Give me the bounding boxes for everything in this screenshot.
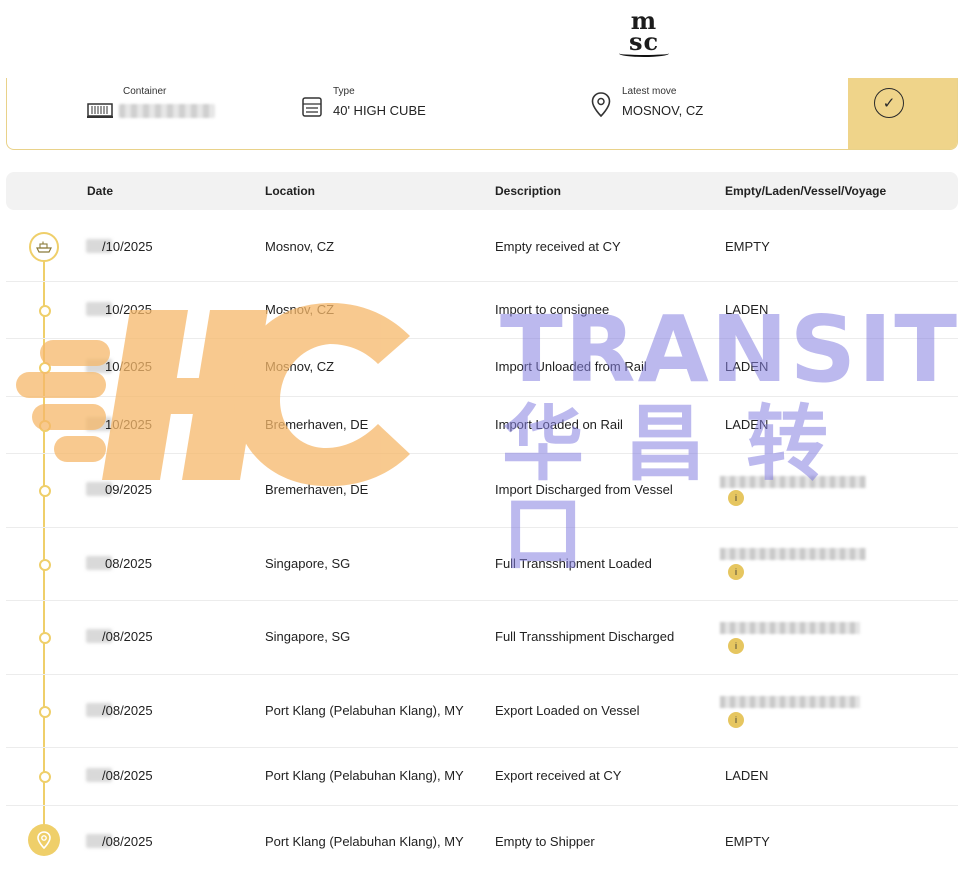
document-icon [302, 97, 322, 117]
timeline-dot [38, 770, 51, 783]
type-value: 40' HIGH CUBE [333, 103, 426, 118]
location-pin-icon [591, 92, 611, 118]
timeline-start-ship-icon [29, 232, 59, 262]
container-number-redacted [119, 104, 215, 118]
timeline-dot [38, 558, 51, 571]
row-description: Import Loaded on Rail [495, 417, 623, 432]
row-vessel: LADEN [725, 302, 769, 317]
row-description: Full Transshipment Discharged [495, 629, 675, 644]
row-date: /08/2025 [102, 834, 153, 849]
row-vessel: LADEN [725, 359, 769, 374]
msc-logo: m sc [616, 8, 672, 60]
check-circle-icon: ✓ [874, 88, 904, 118]
row-description: Import Unloaded from Rail [495, 359, 647, 374]
row-vessel: LADEN [725, 417, 769, 432]
container-label: Container [123, 86, 167, 97]
container-summary-card: Container Type 40' HIGH CUBE Latest move… [6, 78, 958, 150]
table-row: /08/2025 Port Klang (Pelabuhan Klang), M… [6, 805, 958, 877]
row-description: Import Discharged from Vessel [495, 482, 673, 497]
row-location: Port Klang (Pelabuhan Klang), MY [265, 703, 464, 718]
row-location: Mosnov, CZ [265, 302, 335, 317]
timeline-dot [38, 484, 51, 497]
row-date: 10/2025 [105, 359, 152, 374]
table-row: /08/2025 Singapore, SG Full Transshipmen… [6, 600, 958, 675]
row-location: Bremerhaven, DE [265, 482, 369, 497]
header-location: Location [265, 184, 315, 198]
container-icon [87, 103, 113, 118]
row-date: /08/2025 [102, 768, 153, 783]
table-row: /10/2025 Mosnov, CZ Empty received at CY… [6, 212, 958, 282]
row-date: 10/2025 [105, 302, 152, 317]
table-row: 10/2025 Mosnov, CZ Import Unloaded from … [6, 338, 958, 397]
logo-line2: sc [628, 26, 660, 56]
row-description: Export Loaded on Vessel [495, 703, 640, 718]
table-row: /08/2025 Port Klang (Pelabuhan Klang), M… [6, 674, 958, 748]
vessel-info-icon[interactable]: i [728, 564, 744, 580]
table-row: 10/2025 Mosnov, CZ Import to consignee L… [6, 281, 958, 339]
header-description: Description [495, 184, 562, 198]
row-description: Empty to Shipper [495, 834, 595, 849]
timeline-dot [38, 361, 51, 374]
events-table-header: Date Location Description Empty/Laden/Ve… [6, 172, 958, 210]
row-date: /08/2025 [102, 629, 153, 644]
row-location: Mosnov, CZ [265, 359, 335, 374]
table-row: 09/2025 Bremerhaven, DE Import Discharge… [6, 453, 958, 528]
row-vessel: EMPTY [725, 239, 770, 254]
row-location: Singapore, SG [265, 556, 351, 571]
latest-move-value: MOSNOV, CZ [622, 103, 704, 118]
summary-container: Container [87, 78, 287, 149]
row-date: /10/2025 [102, 239, 153, 254]
row-description: Export received at CY [495, 768, 622, 783]
vessel-info-icon[interactable]: i [728, 490, 744, 506]
status-panel[interactable]: ✓ [848, 78, 957, 149]
vessel-voyage-redacted [720, 548, 866, 560]
row-location: Mosnov, CZ [265, 239, 335, 254]
vessel-voyage-redacted [720, 622, 860, 634]
row-description: Full Transshipment Loaded [495, 556, 652, 571]
vessel-voyage-redacted [720, 476, 866, 488]
summary-type: Type 40' HIGH CUBE [301, 78, 501, 149]
latest-move-label: Latest move [622, 86, 677, 97]
vessel-voyage-redacted [720, 696, 860, 708]
row-description: Import to consignee [495, 302, 610, 317]
row-date: /08/2025 [102, 703, 153, 718]
row-location: Bremerhaven, DE [265, 417, 369, 432]
row-date: 10/2025 [105, 417, 152, 432]
vessel-info-icon[interactable]: i [728, 638, 744, 654]
logo-wave [619, 50, 669, 57]
timeline-dot [38, 631, 51, 644]
row-location: Port Klang (Pelabuhan Klang), MY [265, 768, 464, 783]
row-date: 08/2025 [105, 556, 152, 571]
timeline-end-pin-icon [28, 824, 60, 856]
vessel-info-icon[interactable]: i [728, 712, 744, 728]
row-vessel: EMPTY [725, 834, 770, 849]
timeline-dot [38, 304, 51, 317]
type-label: Type [333, 86, 355, 97]
row-date: 09/2025 [105, 482, 152, 497]
row-location: Port Klang (Pelabuhan Klang), MY [265, 834, 464, 849]
table-row: /08/2025 Port Klang (Pelabuhan Klang), M… [6, 747, 958, 806]
row-location: Singapore, SG [265, 629, 351, 644]
row-description: Empty received at CY [495, 239, 621, 254]
table-row: 10/2025 Bremerhaven, DE Import Loaded on… [6, 396, 958, 454]
header-date: Date [87, 184, 114, 198]
summary-latest-move: Latest move MOSNOV, CZ [591, 78, 811, 149]
row-vessel: LADEN [725, 768, 769, 783]
timeline-dot [38, 419, 51, 432]
table-row: 08/2025 Singapore, SG Full Transshipment… [6, 527, 958, 601]
header-vessel: Empty/Laden/Vessel/Voyage [725, 184, 887, 198]
timeline-dot [38, 705, 51, 718]
